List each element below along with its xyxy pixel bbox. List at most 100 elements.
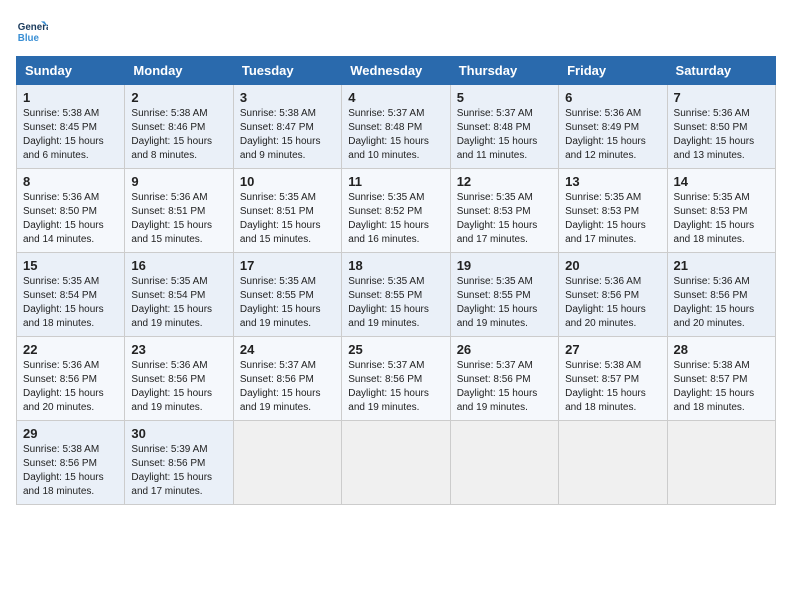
logo-icon: General Blue: [16, 16, 48, 48]
day-number: 17: [240, 258, 335, 273]
day-number: 24: [240, 342, 335, 357]
week-row-5: 29 Sunrise: 5:38 AMSunset: 8:56 PMDayligh…: [17, 421, 776, 505]
calendar-cell: [342, 421, 450, 505]
day-info: Sunrise: 5:35 AMSunset: 8:55 PMDaylight:…: [348, 275, 443, 331]
day-number: 9: [131, 174, 226, 189]
day-number: 13: [565, 174, 660, 189]
day-number: 27: [565, 342, 660, 357]
calendar-cell: [667, 421, 775, 505]
calendar-cell: 10 Sunrise: 5:35 AMSunset: 8:51 PMDayligh…: [233, 169, 341, 253]
day-info: Sunrise: 5:39 AMSunset: 8:56 PMDaylight:…: [131, 443, 226, 499]
day-info: Sunrise: 5:37 AMSunset: 8:56 PMDaylight:…: [457, 359, 552, 415]
day-header-monday: Monday: [125, 57, 233, 85]
calendar-cell: 17 Sunrise: 5:35 AMSunset: 8:55 PMDayligh…: [233, 253, 341, 337]
day-number: 16: [131, 258, 226, 273]
day-info: Sunrise: 5:37 AMSunset: 8:56 PMDaylight:…: [348, 359, 443, 415]
day-info: Sunrise: 5:35 AMSunset: 8:53 PMDaylight:…: [674, 191, 769, 247]
day-info: Sunrise: 5:38 AMSunset: 8:47 PMDaylight:…: [240, 107, 335, 163]
day-info: Sunrise: 5:35 AMSunset: 8:53 PMDaylight:…: [457, 191, 552, 247]
calendar-cell: 24 Sunrise: 5:37 AMSunset: 8:56 PMDayligh…: [233, 337, 341, 421]
day-number: 1: [23, 90, 118, 105]
day-number: 18: [348, 258, 443, 273]
day-number: 3: [240, 90, 335, 105]
day-info: Sunrise: 5:38 AMSunset: 8:46 PMDaylight:…: [131, 107, 226, 163]
day-info: Sunrise: 5:38 AMSunset: 8:57 PMDaylight:…: [674, 359, 769, 415]
calendar-cell: 3 Sunrise: 5:38 AMSunset: 8:47 PMDaylight…: [233, 85, 341, 169]
page-header: General Blue: [16, 16, 776, 48]
day-number: 5: [457, 90, 552, 105]
calendar-cell: 21 Sunrise: 5:36 AMSunset: 8:56 PMDayligh…: [667, 253, 775, 337]
day-info: Sunrise: 5:36 AMSunset: 8:56 PMDaylight:…: [23, 359, 118, 415]
calendar-cell: 15 Sunrise: 5:35 AMSunset: 8:54 PMDayligh…: [17, 253, 125, 337]
week-row-2: 8Sunrise: 5:36 AMSunset: 8:50 PMDaylight…: [17, 169, 776, 253]
calendar-cell: 12Sunrise: 5:35 AMSunset: 8:53 PMDayligh…: [450, 169, 558, 253]
day-number: 21: [674, 258, 769, 273]
logo: General Blue: [16, 16, 54, 48]
day-number: 10: [240, 174, 335, 189]
calendar-cell: 2 Sunrise: 5:38 AMSunset: 8:46 PMDaylight…: [125, 85, 233, 169]
calendar-cell: [559, 421, 667, 505]
day-header-thursday: Thursday: [450, 57, 558, 85]
day-info: Sunrise: 5:37 AMSunset: 8:48 PMDaylight:…: [457, 107, 552, 163]
day-number: 22: [23, 342, 118, 357]
day-number: 25: [348, 342, 443, 357]
day-header-sunday: Sunday: [17, 57, 125, 85]
calendar-cell: 28Sunrise: 5:38 AMSunset: 8:57 PMDayligh…: [667, 337, 775, 421]
calendar-cell: 6Sunrise: 5:36 AMSunset: 8:49 PMDaylight…: [559, 85, 667, 169]
day-info: Sunrise: 5:36 AMSunset: 8:56 PMDaylight:…: [565, 275, 660, 331]
svg-text:Blue: Blue: [18, 33, 40, 44]
day-info: Sunrise: 5:36 AMSunset: 8:50 PMDaylight:…: [674, 107, 769, 163]
day-number: 23: [131, 342, 226, 357]
svg-text:General: General: [18, 22, 48, 33]
calendar-table: SundayMondayTuesdayWednesdayThursdayFrid…: [16, 56, 776, 505]
calendar-cell: 22 Sunrise: 5:36 AMSunset: 8:56 PMDayligh…: [17, 337, 125, 421]
calendar-cell: 8Sunrise: 5:36 AMSunset: 8:50 PMDaylight…: [17, 169, 125, 253]
week-row-1: 1Sunrise: 5:38 AMSunset: 8:45 PMDaylight…: [17, 85, 776, 169]
day-number: 26: [457, 342, 552, 357]
calendar-cell: [233, 421, 341, 505]
day-info: Sunrise: 5:37 AMSunset: 8:48 PMDaylight:…: [348, 107, 443, 163]
week-row-4: 22 Sunrise: 5:36 AMSunset: 8:56 PMDayligh…: [17, 337, 776, 421]
day-info: Sunrise: 5:35 AMSunset: 8:55 PMDaylight:…: [457, 275, 552, 331]
week-row-3: 15 Sunrise: 5:35 AMSunset: 8:54 PMDayligh…: [17, 253, 776, 337]
calendar-cell: 5 Sunrise: 5:37 AMSunset: 8:48 PMDaylight…: [450, 85, 558, 169]
day-info: Sunrise: 5:35 AMSunset: 8:54 PMDaylight:…: [131, 275, 226, 331]
day-header-tuesday: Tuesday: [233, 57, 341, 85]
calendar-cell: [450, 421, 558, 505]
day-info: Sunrise: 5:35 AMSunset: 8:54 PMDaylight:…: [23, 275, 118, 331]
day-number: 19: [457, 258, 552, 273]
day-number: 7: [674, 90, 769, 105]
calendar-cell: 7 Sunrise: 5:36 AMSunset: 8:50 PMDaylight…: [667, 85, 775, 169]
day-info: Sunrise: 5:38 AMSunset: 8:57 PMDaylight:…: [565, 359, 660, 415]
day-header-saturday: Saturday: [667, 57, 775, 85]
header-row: SundayMondayTuesdayWednesdayThursdayFrid…: [17, 57, 776, 85]
day-info: Sunrise: 5:35 AMSunset: 8:55 PMDaylight:…: [240, 275, 335, 331]
day-header-wednesday: Wednesday: [342, 57, 450, 85]
day-info: Sunrise: 5:35 AMSunset: 8:51 PMDaylight:…: [240, 191, 335, 247]
day-info: Sunrise: 5:36 AMSunset: 8:50 PMDaylight:…: [23, 191, 118, 247]
day-number: 11: [348, 174, 443, 189]
calendar-cell: 14Sunrise: 5:35 AMSunset: 8:53 PMDayligh…: [667, 169, 775, 253]
day-number: 2: [131, 90, 226, 105]
day-header-friday: Friday: [559, 57, 667, 85]
calendar-cell: 18 Sunrise: 5:35 AMSunset: 8:55 PMDayligh…: [342, 253, 450, 337]
day-number: 20: [565, 258, 660, 273]
day-info: Sunrise: 5:36 AMSunset: 8:51 PMDaylight:…: [131, 191, 226, 247]
calendar-cell: 26 Sunrise: 5:37 AMSunset: 8:56 PMDayligh…: [450, 337, 558, 421]
calendar-cell: 29 Sunrise: 5:38 AMSunset: 8:56 PMDayligh…: [17, 421, 125, 505]
day-number: 15: [23, 258, 118, 273]
calendar-cell: 13 Sunrise: 5:35 AMSunset: 8:53 PMDayligh…: [559, 169, 667, 253]
day-info: Sunrise: 5:37 AMSunset: 8:56 PMDaylight:…: [240, 359, 335, 415]
day-number: 29: [23, 426, 118, 441]
calendar-cell: 9 Sunrise: 5:36 AMSunset: 8:51 PMDaylight…: [125, 169, 233, 253]
day-info: Sunrise: 5:36 AMSunset: 8:56 PMDaylight:…: [131, 359, 226, 415]
day-number: 6: [565, 90, 660, 105]
calendar-cell: 20 Sunrise: 5:36 AMSunset: 8:56 PMDayligh…: [559, 253, 667, 337]
day-info: Sunrise: 5:36 AMSunset: 8:56 PMDaylight:…: [674, 275, 769, 331]
calendar-cell: 30Sunrise: 5:39 AMSunset: 8:56 PMDayligh…: [125, 421, 233, 505]
day-info: Sunrise: 5:35 AMSunset: 8:53 PMDaylight:…: [565, 191, 660, 247]
calendar-cell: 4Sunrise: 5:37 AMSunset: 8:48 PMDaylight…: [342, 85, 450, 169]
calendar-cell: 23 Sunrise: 5:36 AMSunset: 8:56 PMDayligh…: [125, 337, 233, 421]
calendar-cell: 16 Sunrise: 5:35 AMSunset: 8:54 PMDayligh…: [125, 253, 233, 337]
day-info: Sunrise: 5:38 AMSunset: 8:56 PMDaylight:…: [23, 443, 118, 499]
